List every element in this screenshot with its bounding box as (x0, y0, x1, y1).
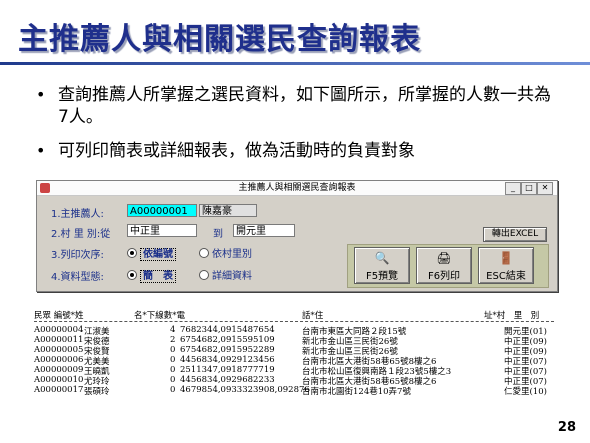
cell-id: A00000010 (34, 375, 84, 385)
cell-phone: 4456834,0929123456 (180, 355, 275, 365)
table-row: A00000006 尤美美 0 4456834,0929123456 台南市北區… (34, 355, 554, 367)
table-row: A00000010 尤玲玲 0 4456834,0929682233 台南市北區… (34, 375, 554, 387)
table-row: A00000004 江淑美 4 7682344,0915487654 台南市東區… (34, 325, 554, 337)
exit-button[interactable]: 🚪 ESC結束 (478, 247, 534, 284)
print-button-label: F6列印 (427, 271, 461, 282)
bullet-list: • 查詢推薦人所掌握之選民資料，如下圖所示，所掌握的人數一共為7人。 • 可列印… (36, 84, 556, 174)
village-from-field[interactable]: 中正里 (127, 224, 197, 237)
column-header-name: 名*下線數*電 (134, 311, 186, 321)
radio-unselected-icon (199, 247, 209, 258)
cell-name: 張碩玲 (84, 387, 110, 397)
radio-selected-icon (127, 269, 137, 280)
export-excel-button[interactable]: 轉出EXCEL (483, 227, 547, 242)
radio-label: 詳細資料 (212, 271, 252, 282)
cell-phone: 4679854,0933323908,092876 (180, 385, 310, 395)
column-header-phone: 話*住 (302, 311, 324, 321)
table-row: A00000005 宋俊賢 0 6754682,0915952289 新北市金山… (34, 345, 554, 357)
radio-selected-icon (127, 247, 137, 258)
column-header-no: 民眾 編號*姓 (34, 311, 84, 321)
cell-id: A00000005 (34, 345, 84, 355)
cell-id: A00000009 (34, 365, 84, 375)
bullet-dot-icon: • (36, 85, 46, 104)
bullet-dot-icon: • (36, 141, 46, 160)
type-label: 4.資料型態: (51, 272, 104, 283)
column-header-village: 址*村 里 別 (484, 311, 540, 321)
action-button-panel: 🔍 F5預覽 🖨 F6列印 🚪 ESC結束 (347, 244, 549, 288)
print-button[interactable]: 🖨 F6列印 (416, 247, 472, 284)
maximize-icon[interactable]: □ (521, 182, 537, 195)
cell-id: A00000006 (34, 355, 84, 365)
preview-button[interactable]: 🔍 F5預覽 (354, 247, 410, 284)
order-by-village-radio[interactable]: 依村里別 (199, 245, 252, 260)
cell-id: A00000004 (34, 325, 84, 335)
village-label: 2.村 里 別:從 (51, 229, 111, 240)
cell-address: 台南市北園街124巷10弄7號 (302, 387, 411, 397)
table-row: A00000017 張碩玲 0 4679854,0933323908,09287… (34, 385, 554, 397)
exit-door-icon: 🚪 (498, 251, 514, 265)
radio-label: 簡 表 (140, 270, 176, 283)
minimize-icon[interactable]: _ (505, 182, 521, 195)
radio-label: 依村里別 (212, 249, 252, 260)
cell-id: A00000011 (34, 335, 84, 345)
cell-count: 0 (170, 345, 176, 355)
village-to-field[interactable]: 開元里 (233, 224, 295, 237)
window-title: 主推薦人與相關選民查詢報表 (238, 183, 356, 193)
cell-phone: 6754682,0915952289 (180, 345, 275, 355)
cell-phone: 7682344,0915487654 (180, 325, 275, 335)
radio-label: 依編號 (140, 248, 176, 261)
cell-count: 0 (170, 375, 176, 385)
close-icon[interactable]: ✕ (537, 182, 553, 195)
recommender-label: 1.主推薦人: (51, 209, 104, 220)
cell-phone: 6754682,0915595109 (180, 335, 275, 345)
preview-button-label: F5預覽 (365, 271, 399, 282)
table-row: A00000009 王曉凱 0 2511347,0918777719 台北市松山… (34, 365, 554, 377)
recommender-code-field[interactable]: A00000001 (127, 204, 197, 217)
cell-phone: 2511347,0918777719 (180, 365, 275, 375)
slide-title: 主推薦人與相關選民查詢報表 (18, 22, 421, 57)
page-number: 28 (557, 420, 576, 435)
order-label: 3.列印次序: (51, 250, 104, 261)
cell-count: 0 (170, 365, 176, 375)
bullet-text: 查詢推薦人所掌握之選民資料，如下圖所示，所掌握的人數一共為7人。 (58, 85, 551, 127)
table-row: A00000011 宋俊德 2 6754682,0915595109 新北市金山… (34, 335, 554, 347)
cell-count: 0 (170, 355, 176, 365)
cell-phone: 4456834,0929682233 (180, 375, 275, 385)
cell-village: 仁愛里(10) (504, 387, 547, 397)
type-summary-radio[interactable]: 簡 表 (127, 267, 176, 283)
preview-icon: 🔍 (374, 251, 390, 265)
cell-count: 4 (170, 325, 176, 335)
exit-button-label: ESC結束 (486, 271, 526, 282)
query-report-window: 主推薦人與相關選民查詢報表 _ □ ✕ 1.主推薦人: A00000001 陳嘉… (36, 180, 558, 292)
printer-icon: 🖨 (436, 251, 452, 265)
type-detail-radio[interactable]: 詳細資料 (199, 267, 252, 282)
village-to-label: 到 (213, 229, 223, 240)
title-underline (0, 62, 590, 65)
recommender-name-field: 陳嘉豪 (199, 204, 257, 217)
window-titlebar[interactable]: 主推薦人與相關選民查詢報表 _ □ ✕ (37, 181, 557, 196)
order-by-number-radio[interactable]: 依編號 (127, 245, 176, 261)
header-divider (34, 321, 554, 322)
bullet-text: 可列印簡表或詳細報表，做為活動時的負責對象 (58, 141, 415, 161)
radio-unselected-icon (199, 269, 209, 280)
bullet-item: • 查詢推薦人所掌握之選民資料，如下圖所示，所掌握的人數一共為7人。 (36, 84, 556, 128)
cell-count: 2 (170, 335, 176, 345)
cell-id: A00000017 (34, 385, 84, 395)
bullet-item: • 可列印簡表或詳細報表，做為活動時的負責對象 (36, 140, 556, 162)
cell-count: 0 (170, 385, 176, 395)
